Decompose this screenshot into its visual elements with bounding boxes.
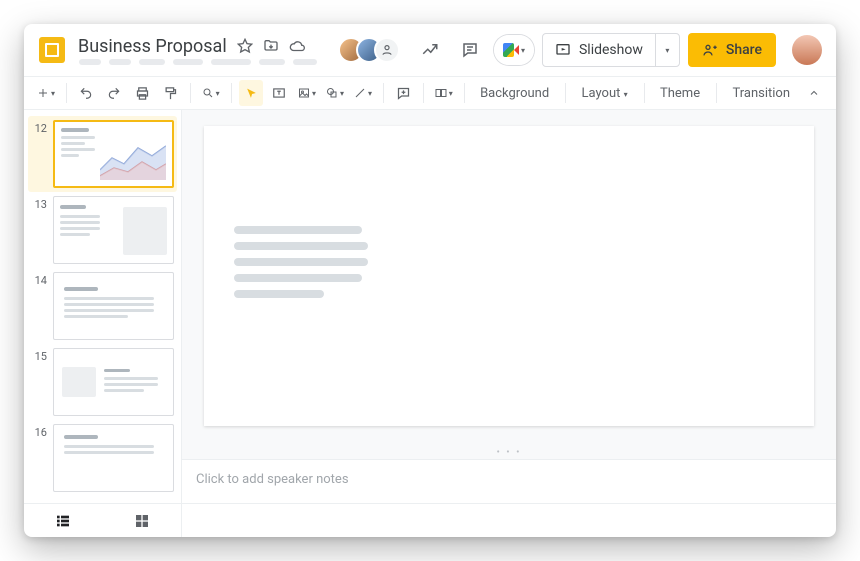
comment-tool[interactable] bbox=[391, 80, 415, 106]
paint-format-button[interactable] bbox=[158, 80, 182, 106]
toolbar: ▾ ▾ ▾ ▾ ▾ ▾ Background Layout ▾ Theme Tr… bbox=[24, 76, 836, 110]
filmstrip-view-button[interactable] bbox=[24, 504, 103, 537]
account-avatar[interactable] bbox=[792, 35, 822, 65]
collaborators[interactable] bbox=[338, 37, 400, 63]
share-button[interactable]: Share bbox=[688, 33, 776, 67]
select-tool[interactable] bbox=[239, 80, 263, 106]
slideshow-button[interactable]: Slideshow ▾ bbox=[542, 33, 680, 67]
meet-button[interactable]: ▾ bbox=[494, 35, 534, 65]
shape-tool[interactable]: ▾ bbox=[323, 80, 347, 106]
app-window: Business Proposal bbox=[24, 24, 836, 537]
grid-view-button[interactable] bbox=[103, 504, 182, 537]
notes-resize-handle[interactable]: • • • bbox=[182, 445, 836, 459]
slide-number: 13 bbox=[31, 196, 47, 264]
background-menu[interactable]: Background bbox=[472, 86, 557, 101]
transition-tool[interactable]: ▾ bbox=[432, 80, 456, 106]
editor-body: 12 bbox=[24, 110, 836, 503]
activity-icon[interactable] bbox=[414, 34, 446, 66]
image-tool[interactable]: ▾ bbox=[295, 80, 319, 106]
zoom-button[interactable]: ▾ bbox=[199, 80, 223, 106]
star-icon[interactable] bbox=[237, 38, 253, 54]
collapse-toolbar-icon[interactable] bbox=[802, 80, 826, 106]
line-tool[interactable]: ▾ bbox=[351, 80, 375, 106]
slide-thumbnail[interactable]: 15 bbox=[28, 344, 177, 420]
slide-thumbnail[interactable]: 14 bbox=[28, 268, 177, 344]
filmstrip[interactable]: 12 bbox=[24, 110, 182, 503]
meet-icon bbox=[503, 43, 519, 57]
anonymous-collaborator-icon[interactable] bbox=[374, 37, 400, 63]
slide-number: 14 bbox=[31, 272, 47, 340]
title-bar: Business Proposal bbox=[24, 24, 836, 76]
comments-icon[interactable] bbox=[454, 34, 486, 66]
slide-thumbnail[interactable]: 12 bbox=[28, 116, 177, 192]
layout-menu[interactable]: Layout ▾ bbox=[574, 86, 636, 101]
slideshow-caret[interactable]: ▾ bbox=[655, 34, 679, 66]
speaker-notes[interactable]: Click to add speaker notes bbox=[182, 459, 836, 503]
stage-area: • • • Click to add speaker notes bbox=[182, 110, 836, 503]
redo-button[interactable] bbox=[102, 80, 126, 106]
theme-menu[interactable]: Theme bbox=[652, 86, 708, 101]
bottom-bar bbox=[24, 503, 836, 537]
slideshow-label: Slideshow bbox=[579, 42, 643, 58]
new-slide-button[interactable]: ▾ bbox=[34, 80, 58, 106]
slide-stage[interactable] bbox=[182, 110, 836, 445]
share-label: Share bbox=[726, 42, 762, 58]
slide-thumbnail[interactable]: 13 bbox=[28, 192, 177, 268]
slide-thumbnail[interactable]: 16 bbox=[28, 420, 177, 496]
document-title[interactable]: Business Proposal bbox=[78, 36, 227, 57]
slide-number: 15 bbox=[31, 348, 47, 416]
present-icon bbox=[555, 42, 571, 58]
move-folder-icon[interactable] bbox=[263, 38, 279, 54]
share-icon bbox=[702, 42, 718, 58]
slide-number: 12 bbox=[31, 120, 47, 188]
print-button[interactable] bbox=[130, 80, 154, 106]
menu-bar[interactable] bbox=[78, 59, 317, 65]
textbox-tool[interactable] bbox=[267, 80, 291, 106]
slides-logo[interactable] bbox=[34, 32, 70, 68]
transition-menu[interactable]: Transition bbox=[724, 86, 798, 101]
cloud-status-icon[interactable] bbox=[289, 38, 305, 54]
chart-thumbnail-icon bbox=[100, 140, 166, 180]
slide-canvas[interactable] bbox=[204, 126, 814, 426]
undo-button[interactable] bbox=[74, 80, 98, 106]
speaker-notes-placeholder: Click to add speaker notes bbox=[196, 472, 349, 487]
slide-number: 16 bbox=[31, 424, 47, 492]
